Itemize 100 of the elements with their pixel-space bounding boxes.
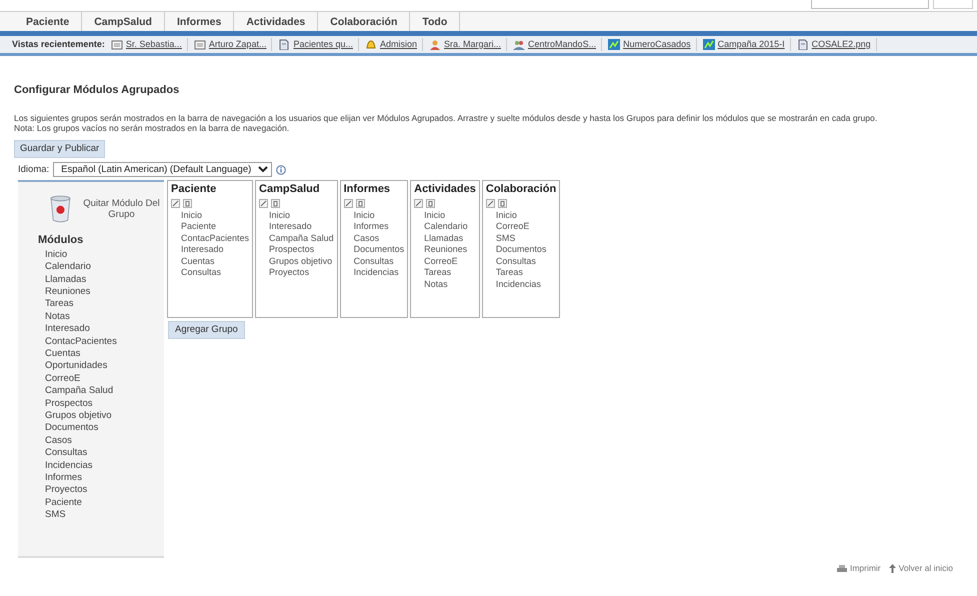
card-icon	[110, 39, 123, 50]
module-item[interactable]: Paciente	[171, 221, 250, 233]
recent-item[interactable]: Sra. Margari...	[429, 38, 508, 52]
chart-icon	[608, 39, 620, 50]
delete-icon[interactable]	[183, 198, 192, 208]
module-item[interactable]: Inicio	[259, 210, 334, 222]
module-item[interactable]: Campaña Salud	[259, 232, 334, 244]
module-item[interactable]: Inicio	[414, 210, 476, 222]
module-item[interactable]: SMS	[486, 232, 556, 244]
module-item[interactable]: Notas	[414, 278, 476, 290]
module-item[interactable]: Paciente	[45, 496, 164, 510]
module-item[interactable]: Inicio	[344, 210, 404, 222]
module-item[interactable]: CorreoE	[486, 221, 556, 233]
group-name: CampSalud	[259, 182, 321, 198]
module-item[interactable]: Llamadas	[414, 232, 476, 244]
footer-link[interactable]: Imprimir	[836, 562, 881, 575]
module-item[interactable]: Oportunidades	[45, 360, 164, 373]
module-item[interactable]: CorreoE	[414, 256, 476, 268]
module-item[interactable]: Documentos	[486, 244, 556, 256]
person-icon	[429, 39, 442, 50]
up-arrow-icon	[888, 564, 896, 574]
module-item[interactable]: Interesado	[259, 221, 334, 233]
module-item[interactable]: Consultas	[171, 267, 250, 279]
module-item[interactable]: SMS	[45, 509, 164, 522]
info-icon[interactable]	[276, 164, 286, 175]
module-item[interactable]: Informes	[344, 221, 404, 233]
module-item[interactable]: Informes	[45, 472, 164, 484]
group-name: Colaboración	[486, 182, 556, 198]
module-item[interactable]: Inicio	[171, 210, 250, 222]
edit-icon[interactable]	[486, 198, 495, 208]
module-item[interactable]: Consultas	[486, 256, 556, 268]
delete-icon[interactable]	[426, 198, 436, 208]
delete-icon[interactable]	[498, 198, 507, 208]
module-item[interactable]: Documentos	[45, 422, 164, 435]
module-item[interactable]: Tareas	[414, 267, 476, 279]
module-item[interactable]: Consultas	[344, 256, 404, 268]
module-item[interactable]: Casos	[45, 434, 164, 448]
recent-item[interactable]: COSALE2.png	[796, 38, 877, 52]
module-item[interactable]: CorreoE	[45, 372, 164, 386]
module-item[interactable]: Interesado	[45, 323, 164, 336]
description-text: Nota: Los grupos vacíos no serán mostrados en la barra de navegación.	[14, 123, 290, 134]
module-item[interactable]: Grupos objetivo	[45, 410, 164, 422]
module-item[interactable]: Reuniones	[45, 286, 164, 298]
document-icon	[278, 39, 290, 50]
bell-icon	[365, 39, 377, 50]
recent-item[interactable]: Admision	[365, 38, 424, 52]
edit-icon[interactable]	[171, 198, 180, 208]
recent-views-label: Vistas recientemente:	[12, 38, 105, 51]
module-item[interactable]: Campaña Salud	[45, 385, 164, 398]
delete-icon[interactable]	[356, 198, 365, 208]
module-item[interactable]: Cuentas	[45, 348, 164, 360]
remove-module-label: Quitar Módulo Del Grupo	[82, 198, 161, 221]
recent-item[interactable]: Sr. Sebastia...	[110, 38, 188, 52]
recent-item[interactable]: Pacientes qu...	[278, 38, 359, 52]
module-item[interactable]: Notas	[45, 310, 164, 324]
module-item[interactable]: Proyectos	[45, 484, 164, 497]
module-item[interactable]: Proyectos	[259, 267, 334, 279]
printer-icon	[836, 564, 847, 573]
page-title: Configurar Módulos Agrupados	[14, 83, 180, 98]
edit-icon[interactable]	[344, 198, 353, 208]
module-item[interactable]: Casos	[344, 232, 404, 244]
module-item[interactable]: Calendario	[414, 221, 476, 233]
module-item[interactable]: Incidencias	[486, 278, 556, 290]
add-group-button[interactable]: Agregar Grupo	[168, 321, 245, 340]
chart-icon	[702, 39, 715, 50]
save-publish-button[interactable]: Guardar y Publicar	[14, 140, 106, 158]
module-item[interactable]: Inicio	[486, 210, 556, 222]
delete-icon[interactable]	[271, 198, 280, 208]
module-item[interactable]: Reuniones	[414, 244, 476, 256]
module-item[interactable]: Incidencias	[45, 460, 164, 472]
document-icon	[796, 39, 809, 50]
module-item[interactable]: ContacPacientes	[45, 336, 164, 348]
recent-item[interactable]: Campaña 2015-I	[702, 38, 791, 52]
edit-icon[interactable]	[414, 198, 424, 208]
module-item[interactable]: Consultas	[45, 447, 164, 460]
edit-icon[interactable]	[259, 198, 268, 208]
module-item[interactable]: Llamadas	[45, 274, 164, 286]
module-item[interactable]: Prospectos	[45, 398, 164, 410]
recent-item[interactable]: NumeroCasados	[608, 38, 697, 52]
language-select[interactable]: Español (Latin American) (Default Language)	[53, 162, 272, 178]
recent-item[interactable]: CentroMandoS...	[513, 38, 602, 52]
module-item[interactable]: Prospectos	[259, 244, 334, 256]
module-item[interactable]: Incidencias	[344, 267, 404, 279]
search-field[interactable]	[811, 0, 929, 9]
footer-link[interactable]: Volver al inicio	[888, 562, 953, 575]
modules-heading: Módulos	[38, 233, 84, 248]
description-text: Los siguientes grupos serán mostrados en la barra de navegación a los usuarios que elijan ver Módulos Agrupados. Arrastre y suelte módulos desde y hasta los Grupos para definir los módulos que se mostrarán en cada grupo.	[14, 112, 878, 124]
module-item[interactable]: Grupos objetivo	[259, 256, 334, 268]
module-item[interactable]: Documentos	[344, 244, 404, 256]
card-icon	[194, 39, 206, 50]
module-item[interactable]: Inicio	[45, 248, 164, 262]
language-label: Idioma:	[18, 162, 50, 177]
module-item[interactable]: Interesado	[171, 244, 250, 256]
people-icon	[513, 39, 526, 50]
module-item[interactable]: Cuentas	[171, 256, 250, 268]
module-item[interactable]: ContacPacientes	[171, 232, 250, 244]
module-item[interactable]: Tareas	[45, 298, 164, 311]
module-item[interactable]: Calendario	[45, 261, 164, 274]
module-item[interactable]: Tareas	[486, 267, 556, 279]
recent-item[interactable]: Arturo Zapat...	[194, 38, 272, 52]
